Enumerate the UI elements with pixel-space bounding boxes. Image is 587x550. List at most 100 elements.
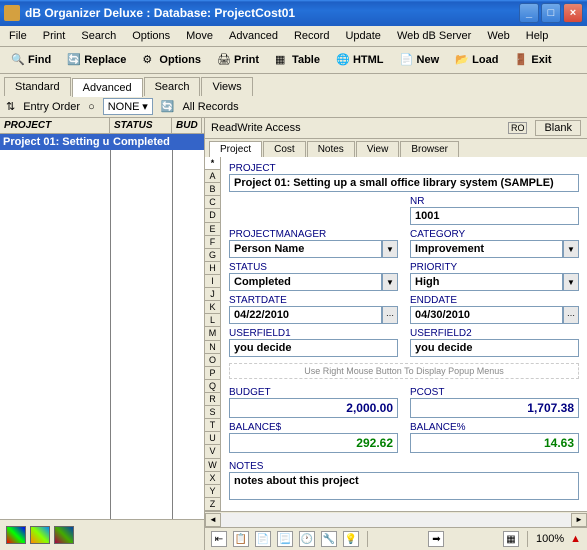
status-field[interactable]: Completed [229, 273, 382, 291]
alpha-j[interactable]: J [205, 288, 220, 301]
pm-field[interactable]: Person Name [229, 240, 382, 258]
alpha-u[interactable]: U [205, 432, 220, 445]
zoom-up[interactable]: ▲ [570, 533, 581, 545]
alpha-c[interactable]: C [205, 196, 220, 209]
alpha-a[interactable]: A [205, 170, 220, 183]
col-project[interactable]: PROJECT [0, 118, 110, 133]
blank-button[interactable]: Blank [535, 120, 581, 136]
alpha-d[interactable]: D [205, 209, 220, 222]
alpha-q[interactable]: Q [205, 380, 220, 393]
end-picker[interactable]: ⋯ [563, 306, 579, 324]
clock-icon[interactable]: 🕐 [299, 531, 315, 547]
alpha-y[interactable]: Y [205, 485, 220, 498]
alpha-l[interactable]: L [205, 314, 220, 327]
maximize-button[interactable]: □ [541, 3, 561, 23]
nr-field[interactable]: 1001 [410, 207, 579, 225]
grid-icon[interactable]: ▦ [503, 531, 519, 547]
menu-print[interactable]: Print [40, 29, 69, 43]
alpha-p[interactable]: P [205, 367, 220, 380]
new-button[interactable]: 📄New [393, 49, 447, 71]
filter-select[interactable]: NONE▾ [103, 98, 153, 115]
color-button-1[interactable] [6, 526, 26, 544]
html-button[interactable]: 🌐HTML [329, 49, 391, 71]
copy-icon[interactable]: 📋 [233, 531, 249, 547]
close-button[interactable]: × [563, 3, 583, 23]
form-tab-view[interactable]: View [356, 141, 400, 157]
alpha-m[interactable]: M [205, 327, 220, 340]
scroll-left[interactable]: ◄ [205, 513, 221, 527]
paste-icon[interactable]: 📄 [255, 531, 271, 547]
start-picker[interactable]: ⋯ [382, 306, 398, 324]
tab-search[interactable]: Search [144, 77, 201, 96]
form-tab-notes[interactable]: Notes [307, 141, 355, 157]
alpha-t[interactable]: T [205, 419, 220, 432]
doc-icon[interactable]: 📃 [277, 531, 293, 547]
tool-icon[interactable]: 🔧 [321, 531, 337, 547]
refresh-icon[interactable]: 🔄 [161, 100, 175, 113]
tab-advanced[interactable]: Advanced [72, 78, 143, 97]
balp-field[interactable]: 14.63 [410, 433, 579, 453]
pm-dropdown[interactable]: ▼ [382, 240, 398, 258]
minimize-button[interactable]: _ [519, 3, 539, 23]
tab-views[interactable]: Views [201, 77, 252, 96]
alpha-h[interactable]: H [205, 262, 220, 275]
replace-button[interactable]: 🔄Replace [60, 49, 133, 71]
filter-icon[interactable]: ○ [88, 101, 95, 113]
project-field[interactable]: Project 01: Setting up a small office li… [229, 174, 579, 192]
alpha-n[interactable]: N [205, 341, 220, 354]
bulb-icon[interactable]: 💡 [343, 531, 359, 547]
nav-first-icon[interactable]: ⇤ [211, 531, 227, 547]
color-button-2[interactable] [30, 526, 50, 544]
alpha-k[interactable]: K [205, 301, 220, 314]
end-field[interactable]: 04/30/2010 [410, 306, 563, 324]
pcost-field[interactable]: 1,707.38 [410, 398, 579, 418]
grid-row-selected[interactable]: Project 01: Setting up a Completed [0, 134, 204, 150]
alpha-r[interactable]: R [205, 393, 220, 406]
cat-field[interactable]: Improvement [410, 240, 563, 258]
uf1-field[interactable]: you decide [229, 339, 398, 357]
alpha-i[interactable]: I [205, 275, 220, 288]
titlebar[interactable]: dB Organizer Deluxe : Database: ProjectC… [0, 0, 587, 26]
menu-move[interactable]: Move [183, 29, 216, 43]
alpha-b[interactable]: B [205, 183, 220, 196]
alpha-z[interactable]: Z [205, 498, 220, 511]
grid-body[interactable]: Project 01: Setting up a Completed [0, 134, 204, 519]
alpha-v[interactable]: V [205, 445, 220, 458]
ro-indicator[interactable]: RO [508, 122, 528, 134]
alpha-f[interactable]: F [205, 236, 220, 249]
col-status[interactable]: STATUS [110, 118, 172, 133]
cat-dropdown[interactable]: ▼ [563, 240, 579, 258]
alpha-s[interactable]: S [205, 406, 220, 419]
budget-field[interactable]: 2,000.00 [229, 398, 398, 418]
sort-icon[interactable]: ⇅ [6, 100, 15, 113]
load-button[interactable]: 📂Load [448, 49, 505, 71]
alpha-e[interactable]: E [205, 223, 220, 236]
prio-field[interactable]: High [410, 273, 563, 291]
menu-web[interactable]: Web [484, 29, 512, 43]
h-scrollbar[interactable]: ◄ ► [205, 511, 587, 527]
form-tab-project[interactable]: Project [209, 141, 262, 157]
prio-dropdown[interactable]: ▼ [563, 273, 579, 291]
menu-record[interactable]: Record [291, 29, 332, 43]
form-tab-cost[interactable]: Cost [263, 141, 306, 157]
menu-update[interactable]: Update [342, 29, 383, 43]
export-icon[interactable]: ➡ [428, 531, 444, 547]
notes-field[interactable]: notes about this project [229, 472, 579, 500]
color-button-3[interactable] [54, 526, 74, 544]
table-button[interactable]: ▦Table [268, 49, 327, 71]
menu-help[interactable]: Help [523, 29, 552, 43]
print-button[interactable]: 🖨Print [210, 49, 266, 71]
scroll-right[interactable]: ► [571, 513, 587, 527]
options-button[interactable]: ⚙Options [135, 49, 208, 71]
exit-button[interactable]: 🚪Exit [507, 49, 558, 71]
alpha-g[interactable]: G [205, 249, 220, 262]
alpha-o[interactable]: O [205, 354, 220, 367]
menu-webdbserver[interactable]: Web dB Server [394, 29, 474, 43]
alpha-x[interactable]: X [205, 472, 220, 485]
bal-field[interactable]: 292.62 [229, 433, 398, 453]
tab-standard[interactable]: Standard [4, 77, 71, 96]
status-dropdown[interactable]: ▼ [382, 273, 398, 291]
uf2-field[interactable]: you decide [410, 339, 579, 357]
form-tab-browser[interactable]: Browser [400, 141, 459, 157]
menu-advanced[interactable]: Advanced [226, 29, 281, 43]
